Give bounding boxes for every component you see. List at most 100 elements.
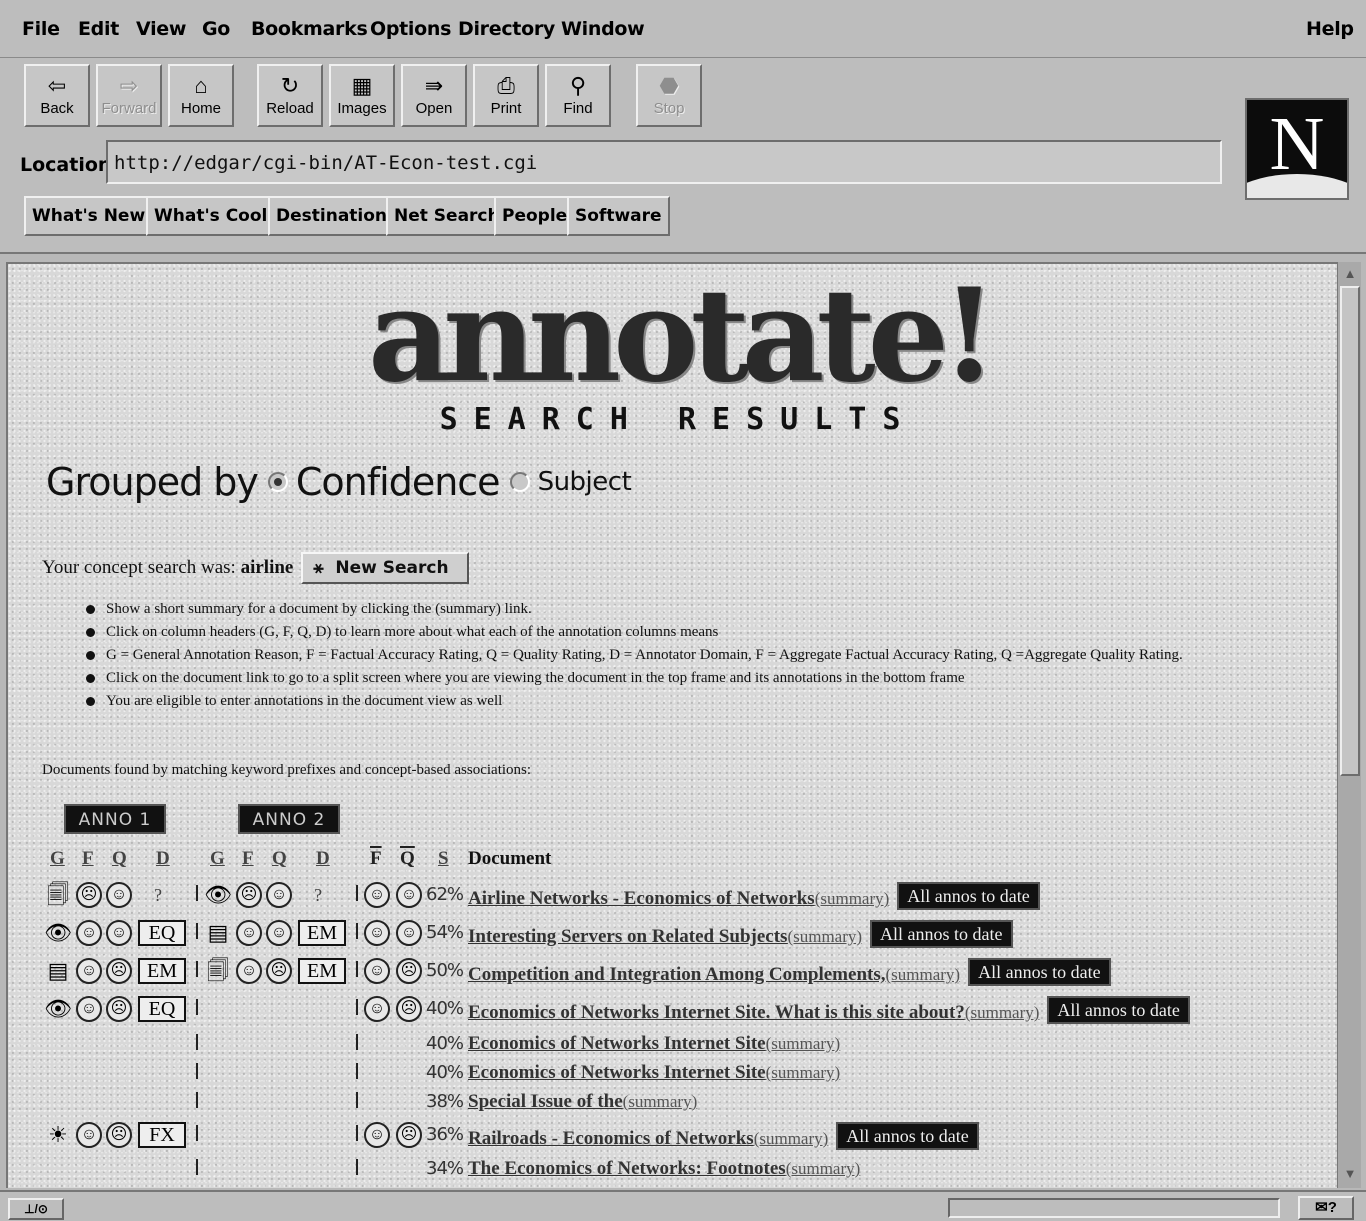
domain-badge[interactable]: EM bbox=[298, 958, 346, 984]
menu-file[interactable]: File bbox=[22, 18, 60, 40]
col-agg-f[interactable]: F bbox=[370, 848, 382, 870]
all-annos-button[interactable]: All annos to date bbox=[1047, 996, 1190, 1024]
menu-options[interactable]: Options bbox=[370, 18, 451, 40]
smile-icon[interactable]: ☺ bbox=[76, 1122, 102, 1148]
summary-link[interactable]: (summary) bbox=[885, 965, 960, 984]
smile-icon[interactable]: ☺ bbox=[76, 996, 102, 1022]
frown-icon[interactable]: ☹ bbox=[76, 882, 102, 908]
col-agg-q[interactable]: Q bbox=[400, 848, 415, 870]
col-f-2[interactable]: F bbox=[242, 848, 254, 870]
document-link[interactable]: Special Issue of the bbox=[468, 1091, 623, 1112]
smile-icon[interactable]: ☺ bbox=[364, 1122, 390, 1148]
note-icon[interactable]: ▤ bbox=[204, 920, 232, 946]
doc-icon[interactable]: 🗐 bbox=[204, 958, 232, 984]
menu-view[interactable]: View bbox=[136, 18, 186, 40]
col-q-2[interactable]: Q bbox=[272, 848, 287, 870]
smile-icon[interactable]: ☺ bbox=[106, 882, 132, 908]
col-g-1[interactable]: G bbox=[50, 848, 65, 870]
eye-icon[interactable]: 👁 bbox=[44, 996, 72, 1022]
all-annos-button[interactable]: All annos to date bbox=[870, 920, 1013, 948]
eye-icon[interactable]: 👁 bbox=[204, 882, 232, 908]
col-q-1[interactable]: Q bbox=[112, 848, 127, 870]
frown-icon[interactable]: ☹ bbox=[106, 996, 132, 1022]
images-button[interactable]: ▦ Images bbox=[329, 64, 395, 127]
find-button[interactable]: ⚲ Find bbox=[545, 64, 611, 127]
eye-icon[interactable]: 👁 bbox=[44, 920, 72, 946]
menu-bookmarks[interactable]: Bookmarks bbox=[251, 18, 368, 40]
vertical-scrollbar[interactable]: ▲ ▼ bbox=[1337, 262, 1361, 1188]
domain-badge[interactable]: EM bbox=[298, 920, 346, 946]
smile-icon[interactable]: ☺ bbox=[236, 920, 262, 946]
smile-icon[interactable]: ☺ bbox=[396, 920, 422, 946]
col-f-1[interactable]: F bbox=[82, 848, 94, 870]
summary-link[interactable]: (summary) bbox=[766, 1063, 841, 1082]
summary-link[interactable]: (summary) bbox=[787, 927, 862, 946]
menu-help[interactable]: Help bbox=[1306, 18, 1354, 40]
menu-edit[interactable]: Edit bbox=[78, 18, 119, 40]
document-link[interactable]: Economics of Networks Internet Site bbox=[468, 1033, 766, 1054]
frown-icon[interactable]: ☹ bbox=[106, 958, 132, 984]
frown-icon[interactable]: ☹ bbox=[266, 958, 292, 984]
summary-link[interactable]: (summary) bbox=[623, 1092, 698, 1111]
domain-unknown[interactable]: ? bbox=[314, 882, 322, 908]
col-score[interactable]: S bbox=[438, 848, 449, 870]
whats-new-button[interactable]: What's New? bbox=[24, 196, 164, 236]
frown-icon[interactable]: ☹ bbox=[236, 882, 262, 908]
all-annos-button[interactable]: All annos to date bbox=[968, 958, 1111, 986]
domain-badge[interactable]: EQ bbox=[138, 920, 186, 946]
domain-unknown[interactable]: ? bbox=[154, 882, 162, 908]
document-link[interactable]: The Economics of Networks: Footnotes bbox=[468, 1158, 786, 1179]
summary-link[interactable]: (summary) bbox=[766, 1034, 841, 1053]
netscape-logo[interactable]: N bbox=[1245, 98, 1349, 200]
document-link[interactable]: Airline Networks - Economics of Networks bbox=[468, 888, 815, 909]
smile-icon[interactable]: ☺ bbox=[396, 882, 422, 908]
smile-icon[interactable]: ☺ bbox=[236, 958, 262, 984]
whats-cool-button[interactable]: What's Cool? bbox=[146, 196, 286, 236]
smile-icon[interactable]: ☺ bbox=[76, 920, 102, 946]
menu-go[interactable]: Go bbox=[202, 18, 230, 40]
stop-button[interactable]: ⬣ Stop bbox=[636, 64, 702, 127]
forward-button[interactable]: ⇨ Forward bbox=[96, 64, 162, 127]
summary-link[interactable]: (summary) bbox=[965, 1003, 1040, 1022]
scroll-down-icon[interactable]: ▼ bbox=[1340, 1164, 1360, 1184]
summary-link[interactable]: (summary) bbox=[786, 1159, 861, 1178]
document-link[interactable]: Economics of Networks Internet Site bbox=[468, 1062, 766, 1083]
lightbulb-icon[interactable]: ☀ bbox=[44, 1122, 72, 1148]
col-d-2[interactable]: D bbox=[316, 848, 330, 870]
subject-label[interactable]: Subject bbox=[538, 467, 632, 497]
smile-icon[interactable]: ☺ bbox=[364, 958, 390, 984]
smile-icon[interactable]: ☺ bbox=[106, 920, 132, 946]
scroll-thumb[interactable] bbox=[1340, 286, 1360, 776]
domain-badge[interactable]: FX bbox=[138, 1122, 186, 1148]
location-field[interactable]: http://edgar/cgi-bin/AT-Econ-test.cgi bbox=[106, 140, 1222, 184]
smile-icon[interactable]: ☺ bbox=[364, 996, 390, 1022]
smile-icon[interactable]: ☺ bbox=[364, 920, 390, 946]
people-button[interactable]: People bbox=[494, 196, 576, 236]
open-button[interactable]: ⇛ Open bbox=[401, 64, 467, 127]
destinations-button[interactable]: Destinations bbox=[268, 196, 406, 236]
frown-icon[interactable]: ☹ bbox=[106, 1122, 132, 1148]
all-annos-button[interactable]: All annos to date bbox=[836, 1122, 979, 1150]
smile-icon[interactable]: ☺ bbox=[266, 920, 292, 946]
net-search-button[interactable]: Net Search bbox=[386, 196, 508, 236]
domain-badge[interactable]: EM bbox=[138, 958, 186, 984]
doc-icon[interactable]: 🗐 bbox=[44, 882, 72, 908]
menu-window[interactable]: Window bbox=[561, 18, 645, 40]
frown-icon[interactable]: ☹ bbox=[396, 996, 422, 1022]
software-button[interactable]: Software bbox=[567, 196, 670, 236]
all-annos-button[interactable]: All annos to date bbox=[897, 882, 1040, 910]
security-key-icon[interactable]: ⊥/⊙ bbox=[8, 1198, 64, 1220]
summary-link[interactable]: (summary) bbox=[815, 889, 890, 908]
domain-badge[interactable]: EQ bbox=[138, 996, 186, 1022]
summary-link[interactable]: (summary) bbox=[754, 1129, 829, 1148]
smile-icon[interactable]: ☺ bbox=[266, 882, 292, 908]
document-link[interactable]: Railroads - Economics of Networks bbox=[468, 1128, 754, 1149]
confidence-label[interactable]: Confidence bbox=[296, 460, 501, 504]
back-button[interactable]: ⇦ Back bbox=[24, 64, 90, 127]
smile-icon[interactable]: ☺ bbox=[76, 958, 102, 984]
new-search-button[interactable]: ⚹ New Search bbox=[301, 552, 469, 584]
home-button[interactable]: ⌂ Home bbox=[168, 64, 234, 127]
radio-subject[interactable] bbox=[509, 472, 530, 492]
document-link[interactable]: Competition and Integration Among Comple… bbox=[468, 964, 885, 985]
radio-confidence[interactable] bbox=[267, 472, 288, 492]
